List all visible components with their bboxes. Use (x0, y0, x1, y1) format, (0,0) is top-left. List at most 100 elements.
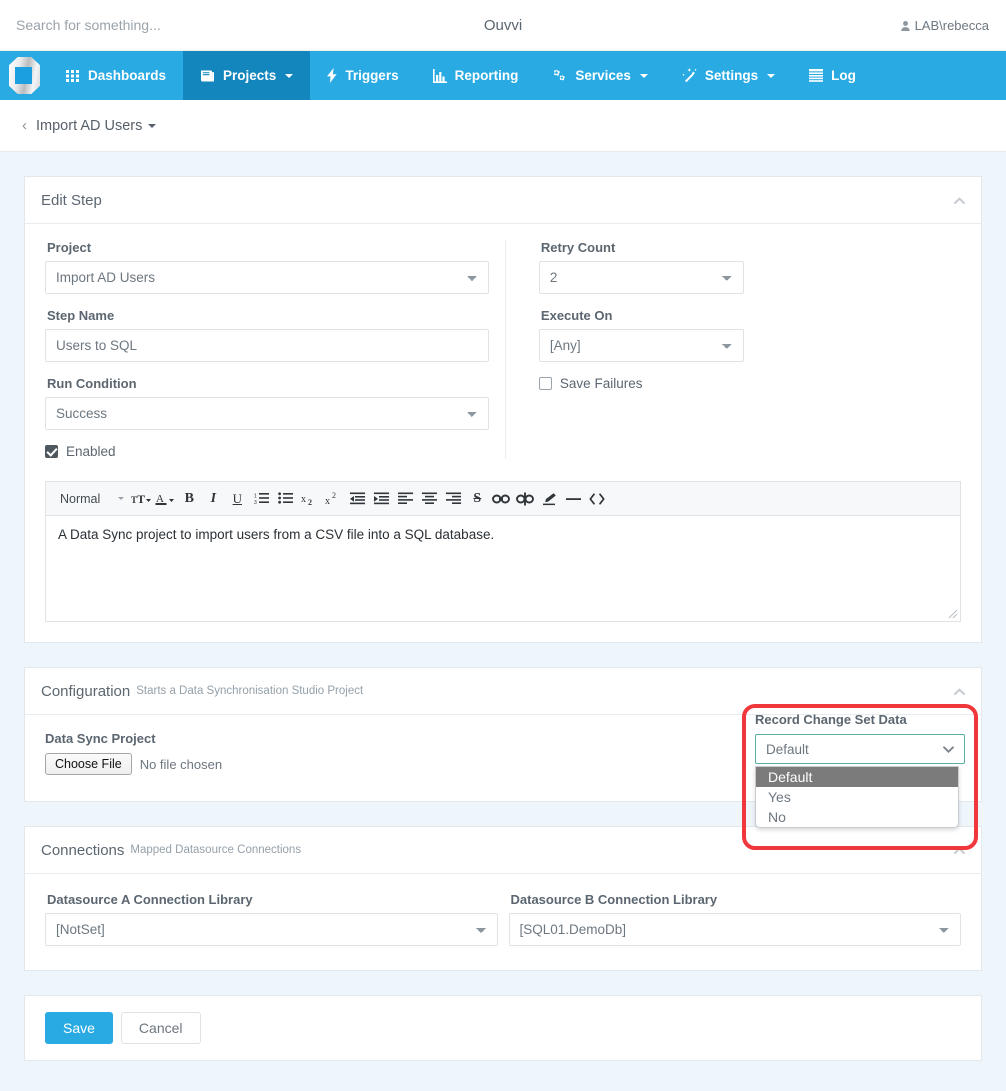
record-change-set-data-select[interactable]: Default (755, 734, 965, 764)
edit-step-header[interactable]: Edit Step (25, 177, 981, 224)
connections-grid: Datasource A Connection Library [NotSet]… (45, 892, 961, 946)
svg-text:2: 2 (332, 492, 336, 500)
page-content: Edit Step Project Import AD Users Step N… (0, 176, 1006, 1061)
outdent-icon[interactable] (346, 487, 368, 511)
breadcrumb: ‹ Import AD Users (0, 100, 1006, 152)
configuration-subtitle: Starts a Data Synchronisation Studio Pro… (136, 685, 364, 697)
no-file-chosen-text: No file chosen (139, 756, 223, 772)
configuration-header[interactable]: Configuration Starts a Data Synchronisat… (25, 668, 981, 715)
description-editor: Normal T T A B I U 1 3 x 2 x 2 S A Data … (45, 481, 961, 622)
nav-item-projects[interactable]: Projects (183, 51, 311, 100)
list-icon (809, 69, 824, 82)
app-logo[interactable] (0, 51, 49, 100)
nav-item-log[interactable]: Log (792, 51, 873, 100)
execute-on-select[interactable]: [Any] (538, 329, 744, 362)
form-actions: Save Cancel (25, 996, 981, 1060)
back-chevron-icon[interactable]: ‹ (22, 118, 27, 133)
code-icon[interactable] (586, 487, 608, 511)
enabled-checkbox[interactable] (45, 445, 58, 458)
format-dropdown[interactable]: Normal (54, 492, 128, 506)
form-actions-panel: Save Cancel (24, 995, 982, 1061)
retry-count-select[interactable]: 2 (538, 261, 744, 294)
configuration-title: Configuration (41, 682, 131, 700)
nav-item-services[interactable]: Services (535, 51, 665, 100)
horizontal-rule-icon[interactable] (562, 487, 584, 511)
project-select[interactable]: Import AD Users (45, 261, 489, 294)
datasource-a-select[interactable]: [NotSet] (45, 913, 498, 946)
step-name-input[interactable] (45, 329, 489, 362)
run-condition-label: Run Condition (47, 376, 137, 391)
user-menu[interactable]: LAB\rebecca (900, 0, 989, 51)
grid-icon (66, 69, 80, 83)
option-default[interactable]: Default (756, 767, 958, 787)
chevron-down-icon (639, 73, 648, 78)
search-input[interactable] (14, 16, 314, 34)
nav-label-dashboards: Dashboards (88, 68, 167, 83)
editor-content[interactable]: A Data Sync project to import users from… (45, 516, 961, 622)
ordered-list-icon[interactable]: 13 (250, 487, 272, 511)
nav-item-triggers[interactable]: Triggers (310, 51, 415, 100)
retry-count-label: Retry Count (540, 240, 616, 255)
resize-grip-icon[interactable] (948, 609, 958, 619)
nav-label-reporting: Reporting (454, 68, 519, 83)
underline-icon[interactable]: U (226, 487, 248, 511)
save-button[interactable]: Save (45, 1012, 113, 1044)
breadcrumb-label[interactable]: Import AD Users (36, 118, 157, 134)
chevron-down-icon (767, 73, 776, 78)
connections-subtitle: Mapped Datasource Connections (130, 844, 302, 856)
svg-text:x: x (301, 494, 306, 505)
edit-step-left-column: Project Import AD Users Step Name Run Co… (45, 240, 506, 459)
user-icon (900, 20, 910, 31)
svg-text:x: x (325, 496, 330, 506)
superscript-icon[interactable]: x 2 (322, 487, 344, 511)
enabled-checkbox-row[interactable]: Enabled (45, 444, 489, 459)
option-yes[interactable]: Yes (756, 787, 958, 807)
datasource-b-label: Datasource B Connection Library (510, 892, 718, 907)
nav-item-dashboards[interactable]: Dashboards (49, 51, 183, 100)
connections-header[interactable]: Connections Mapped Datasource Connection… (25, 827, 981, 874)
collapse-chevron-up-icon[interactable] (954, 847, 965, 854)
subscript-icon[interactable]: x 2 (298, 487, 320, 511)
align-center-icon[interactable] (418, 487, 440, 511)
save-failures-checkbox[interactable] (538, 377, 552, 390)
choose-file-button[interactable]: Choose File (45, 753, 132, 775)
collapse-chevron-up-icon[interactable] (954, 197, 965, 204)
font-color-icon[interactable]: A (154, 487, 176, 511)
record-change-set-data-value: Default (766, 741, 809, 757)
highlight-icon[interactable] (538, 487, 560, 511)
collapse-chevron-up-icon[interactable] (954, 688, 965, 695)
unlink-icon[interactable] (514, 487, 536, 511)
cancel-button[interactable]: Cancel (120, 1012, 201, 1044)
nav-item-settings[interactable]: Settings (665, 51, 792, 100)
editor-text: A Data Sync project to import users from… (58, 527, 495, 542)
nav-item-reporting[interactable]: Reporting (416, 51, 536, 100)
link-icon[interactable] (490, 487, 512, 511)
datasource-b-select[interactable]: [SQL01.DemoDb] (508, 913, 961, 946)
nav-label-projects: Projects (223, 68, 277, 83)
save-failures-label: Save Failures (559, 376, 643, 391)
gears-icon (552, 68, 567, 83)
italic-icon[interactable]: I (202, 487, 224, 511)
chevron-down-icon (118, 497, 125, 500)
edit-step-panel: Edit Step Project Import AD Users Step N… (24, 176, 982, 643)
step-name-label: Step Name (47, 308, 115, 323)
page-title: Edit Step (41, 191, 102, 209)
bullet-list-icon[interactable] (274, 487, 296, 511)
indent-icon[interactable] (370, 487, 392, 511)
font-size-icon[interactable]: T T (130, 487, 152, 511)
save-failures-checkbox-row[interactable]: Save Failures (538, 376, 961, 391)
strikethrough-icon[interactable]: S (466, 487, 488, 511)
nav-label-log: Log (831, 68, 856, 83)
align-left-icon[interactable] (394, 487, 416, 511)
option-no[interactable]: No (756, 807, 958, 827)
bold-icon[interactable]: B (178, 487, 200, 511)
project-label: Project (47, 240, 92, 255)
chevron-down-icon (148, 123, 157, 128)
align-right-icon[interactable] (442, 487, 464, 511)
chevron-down-icon (943, 746, 954, 753)
nav-label-triggers: Triggers (345, 68, 399, 83)
user-name: LAB\rebecca (914, 18, 989, 33)
nav-label-services: Services (575, 68, 631, 83)
run-condition-select[interactable]: Success (45, 397, 489, 430)
enabled-label: Enabled (66, 444, 116, 459)
